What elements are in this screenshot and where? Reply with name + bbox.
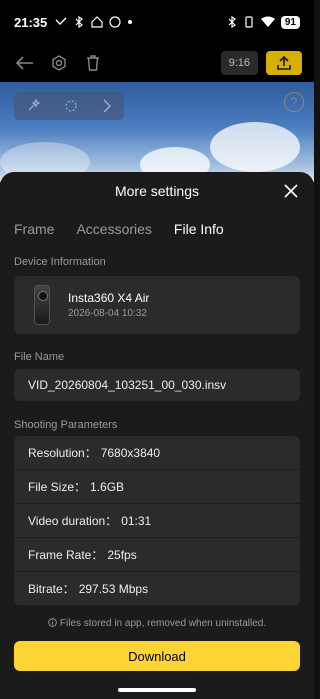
back-button[interactable] <box>12 50 38 76</box>
download-button[interactable]: Download <box>14 641 300 671</box>
file-name-section-label: File Name <box>14 351 65 363</box>
info-icon <box>48 618 57 627</box>
param-label: Frame Rate： <box>28 548 104 562</box>
tab-frame[interactable]: Frame <box>14 221 54 237</box>
chevron-right-icon[interactable] <box>102 99 112 113</box>
hexagon-settings-icon <box>52 55 66 71</box>
trash-icon <box>87 55 99 71</box>
camera-icon <box>34 285 50 325</box>
home-icon <box>91 16 103 28</box>
storage-note-text: Files stored in app, removed when uninst… <box>59 618 267 629</box>
stabilize-icon[interactable] <box>64 99 78 113</box>
param-label: Video duration： <box>28 514 118 528</box>
tab-accessories[interactable]: Accessories <box>76 221 151 237</box>
storage-note: Files stored in app, removed when uninst… <box>0 618 314 629</box>
device-name: Insta360 X4 Air <box>68 291 150 305</box>
bluetooth-icon <box>228 16 236 28</box>
upload-icon <box>277 56 291 70</box>
param-row-frame-rate: Frame Rate： 25fps <box>14 538 300 572</box>
status-system-icons: 91 <box>227 15 300 29</box>
param-label: Resolution： <box>28 446 97 460</box>
compass-icon <box>109 16 121 28</box>
param-label: Bitrate： <box>28 582 75 596</box>
video-preview[interactable]: ? <box>0 82 314 182</box>
sheet-title: More settings <box>114 183 200 199</box>
missed-call-icon <box>55 17 67 25</box>
vibrate-icon <box>245 16 253 28</box>
param-row-bitrate: Bitrate： 297.53 Mbps <box>14 572 300 606</box>
param-value: 7680x3840 <box>100 445 161 460</box>
param-label: File Size： <box>28 480 87 494</box>
wifi-icon <box>260 16 275 27</box>
status-bar: 21:35 91 <box>0 0 314 44</box>
device-section-label: Device Information <box>14 256 106 268</box>
export-button[interactable] <box>266 51 302 75</box>
close-icon[interactable] <box>282 182 300 200</box>
dot-icon <box>128 20 133 24</box>
cloud-shape <box>210 122 300 172</box>
editor-toolbar: 9:16 <box>0 44 314 82</box>
more-settings-sheet: More settings Frame Accessories File Inf… <box>0 172 314 699</box>
param-row-resolution: Resolution： 7680x3840 <box>14 436 300 470</box>
shooting-params-list: Resolution： 7680x3840 File Size： 1.6GB V… <box>14 436 300 606</box>
settings-tabs: Frame Accessories File Info <box>14 221 246 237</box>
tab-file-info[interactable]: File Info <box>174 221 224 237</box>
settings-button[interactable] <box>46 50 72 76</box>
param-value: 01:31 <box>121 513 152 528</box>
home-indicator[interactable] <box>118 688 196 692</box>
help-icon[interactable]: ? <box>284 92 304 112</box>
aspect-ratio-button[interactable]: 9:16 <box>220 51 258 75</box>
preview-tools <box>14 92 124 120</box>
device-card: Insta360 X4 Air 2026-08-04 10:32 <box>14 276 300 334</box>
bluetooth-device-icon <box>75 16 84 28</box>
status-notification-icons <box>55 16 133 28</box>
param-value: 25fps <box>107 547 137 562</box>
param-row-file-size: File Size： 1.6GB <box>14 470 300 504</box>
param-row-video-duration: Video duration： 01:31 <box>14 504 300 538</box>
battery-indicator: 91 <box>280 15 300 29</box>
shooting-section-label: Shooting Parameters <box>14 419 118 431</box>
back-arrow-icon <box>16 56 33 70</box>
status-time: 21:35 <box>14 14 48 30</box>
param-value: 1.6GB <box>90 479 125 494</box>
file-name-value: VID_20260804_103251_00_030.insv <box>14 369 300 401</box>
ai-enhance-icon[interactable] <box>26 99 40 113</box>
device-date: 2026-08-04 10:32 <box>68 308 147 319</box>
delete-button[interactable] <box>80 50 106 76</box>
param-value: 297.53 Mbps <box>78 581 149 596</box>
